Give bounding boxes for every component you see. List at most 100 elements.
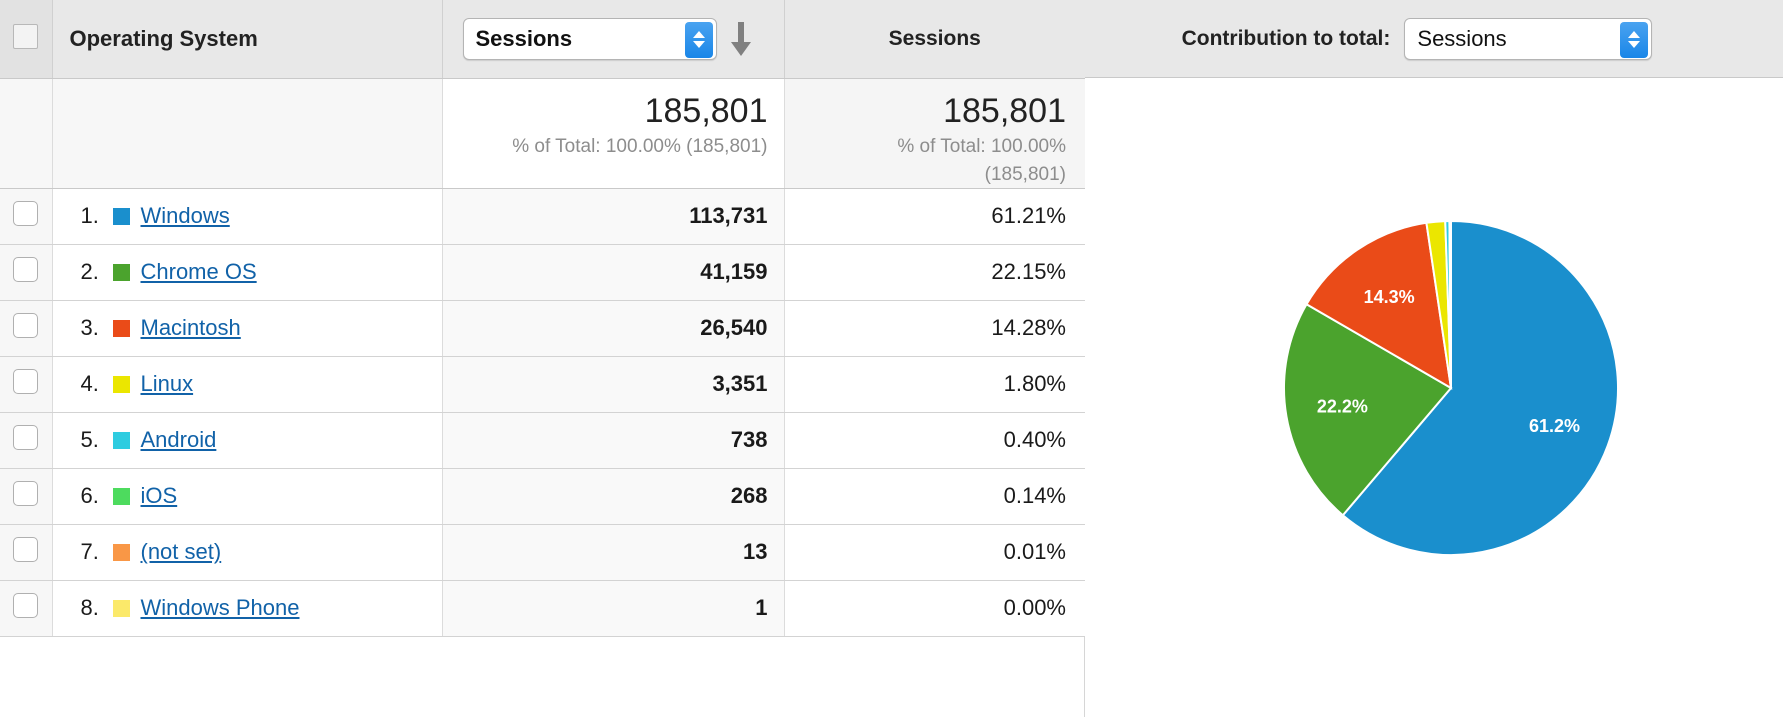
row-percent-value: 61.21% <box>784 188 1085 245</box>
row-percent-value: 0.00% <box>784 580 1085 637</box>
row-rank: 1. <box>80 203 99 229</box>
row-check-cell <box>0 244 53 301</box>
select-all-header-cell <box>0 0 53 79</box>
row-check-cell <box>0 524 53 581</box>
row-checkbox[interactable] <box>13 313 39 339</box>
row-dimension-link[interactable]: Linux <box>141 371 194 397</box>
summary-row: 185,801 % of Total: 100.00% (185,801) 18… <box>0 78 1085 189</box>
row-percent-value: 1.80% <box>784 356 1085 413</box>
sort-descending-arrow-icon[interactable] <box>729 21 753 56</box>
percent-column-label: Sessions <box>888 26 981 50</box>
row-percent-value: 0.01% <box>784 524 1085 581</box>
row-dimension-cell: 8. Windows Phone <box>52 580 443 637</box>
series-color-swatch <box>112 207 130 225</box>
summary-percent-subtext-2: (185,801) <box>984 164 1066 186</box>
summary-metric-cell: 185,801 % of Total: 100.00% (185,801) <box>442 78 785 189</box>
pie-chart-body: 61.2% 22.2% 14.3% <box>1085 78 1783 717</box>
chevron-down-icon <box>692 41 705 49</box>
summary-percent-total: 185,801 <box>943 91 1066 130</box>
table-header: Operating System Sessions Sessions <box>0 0 1085 79</box>
table-row: 1. Windows 113,731 61.21% <box>0 188 1085 245</box>
row-sessions-value: 738 <box>442 412 785 469</box>
row-check-cell <box>0 300 53 357</box>
row-sessions-value: 26,540 <box>442 300 785 357</box>
row-rank: 5. <box>80 427 99 453</box>
row-dimension-cell: 3. Macintosh <box>52 300 443 357</box>
row-dimension-cell: 5. Android <box>52 412 443 469</box>
table-row: 3. Macintosh 26,540 14.28% <box>0 300 1085 357</box>
row-checkbox[interactable] <box>13 481 39 507</box>
metric-select-value: Sessions <box>475 25 573 51</box>
row-dimension-link[interactable]: Android <box>141 427 217 453</box>
row-rank: 7. <box>80 539 99 565</box>
row-dimension-cell: 1. Windows <box>52 188 443 245</box>
row-dimension-link[interactable]: Windows Phone <box>141 595 300 621</box>
row-percent-value: 0.40% <box>784 412 1085 469</box>
metric-select[interactable]: Sessions <box>462 17 717 60</box>
row-dimension-cell: 2. Chrome OS <box>52 244 443 301</box>
table-row: 8. Windows Phone 1 0.00% <box>0 580 1085 637</box>
summary-metric-subtext: % of Total: 100.00% (185,801) <box>512 135 768 157</box>
pie-slice-label: 61.2% <box>1529 416 1580 436</box>
summary-percent-subtext-1: % of Total: 100.00% <box>897 135 1066 157</box>
row-rank: 3. <box>80 315 99 341</box>
series-color-swatch <box>112 487 130 505</box>
table-row: 2. Chrome OS 41,159 22.15% <box>0 244 1085 301</box>
row-rank: 6. <box>80 483 99 509</box>
row-checkbox[interactable] <box>13 593 39 619</box>
contribution-to-total-label: Contribution to total: <box>1181 26 1391 50</box>
contribution-select-stepper-icon[interactable] <box>1620 21 1649 58</box>
table-body: 185,801 % of Total: 100.00% (185,801) 18… <box>0 78 1085 637</box>
row-check-cell <box>0 580 53 637</box>
row-rank: 4. <box>80 371 99 397</box>
row-check-cell <box>0 412 53 469</box>
table-row: 7. (not set) 13 0.01% <box>0 524 1085 581</box>
row-checkbox[interactable] <box>13 257 39 283</box>
data-table-pane: Operating System Sessions Sessions 185,8… <box>0 0 1085 717</box>
summary-dimension-cell <box>52 78 443 189</box>
summary-metric-total: 185,801 <box>644 91 768 130</box>
row-check-cell <box>0 468 53 525</box>
row-sessions-value: 113,731 <box>442 188 785 245</box>
row-checkbox[interactable] <box>13 369 39 395</box>
summary-check-cell <box>0 78 53 189</box>
row-dimension-link[interactable]: (not set) <box>141 539 222 565</box>
table-row: 5. Android 738 0.40% <box>0 412 1085 469</box>
pie-chart-pane: Contribution to total: Sessions 61.2% 22.… <box>1085 0 1783 717</box>
os-report-panel: Operating System Sessions Sessions 185,8… <box>0 0 1783 717</box>
row-percent-value: 22.15% <box>784 244 1085 301</box>
select-all-checkbox[interactable] <box>13 23 39 49</box>
row-dimension-cell: 7. (not set) <box>52 524 443 581</box>
summary-percent-cell: 185,801 % of Total: 100.00% (185,801) <box>784 78 1085 189</box>
row-dimension-link[interactable]: Macintosh <box>141 315 241 341</box>
row-rank: 2. <box>80 259 99 285</box>
row-dimension-cell: 4. Linux <box>52 356 443 413</box>
row-checkbox[interactable] <box>13 425 39 451</box>
row-sessions-value: 13 <box>442 524 785 581</box>
row-dimension-link[interactable]: iOS <box>141 483 178 509</box>
row-percent-value: 0.14% <box>784 468 1085 525</box>
dimension-column-header[interactable]: Operating System <box>52 0 443 79</box>
row-checkbox[interactable] <box>13 201 39 227</box>
operating-system-table: Operating System Sessions Sessions 185,8… <box>0 0 1085 637</box>
row-dimension-link[interactable]: Chrome OS <box>141 259 257 285</box>
row-sessions-value: 1 <box>442 580 785 637</box>
percent-column-header[interactable]: Sessions <box>784 0 1085 79</box>
pie-chart-header: Contribution to total: Sessions <box>1085 0 1783 78</box>
row-checkbox[interactable] <box>13 537 39 563</box>
sessions-pie-chart[interactable]: 61.2% 22.2% 14.3% <box>1281 218 1621 558</box>
series-color-swatch <box>112 263 130 281</box>
row-check-cell <box>0 356 53 413</box>
pie-slice-label: 14.3% <box>1364 286 1415 306</box>
metric-column-header: Sessions <box>442 0 785 79</box>
row-sessions-value: 268 <box>442 468 785 525</box>
contribution-metric-select[interactable]: Sessions <box>1404 17 1653 60</box>
row-dimension-cell: 6. iOS <box>52 468 443 525</box>
row-dimension-link[interactable]: Windows <box>141 203 230 229</box>
series-color-swatch <box>112 319 130 337</box>
pie-slice-label: 22.2% <box>1317 396 1368 416</box>
metric-select-stepper-icon[interactable] <box>684 21 713 58</box>
chevron-up-icon <box>1628 31 1641 38</box>
table-row: 4. Linux 3,351 1.80% <box>0 356 1085 413</box>
series-color-swatch <box>112 599 130 617</box>
